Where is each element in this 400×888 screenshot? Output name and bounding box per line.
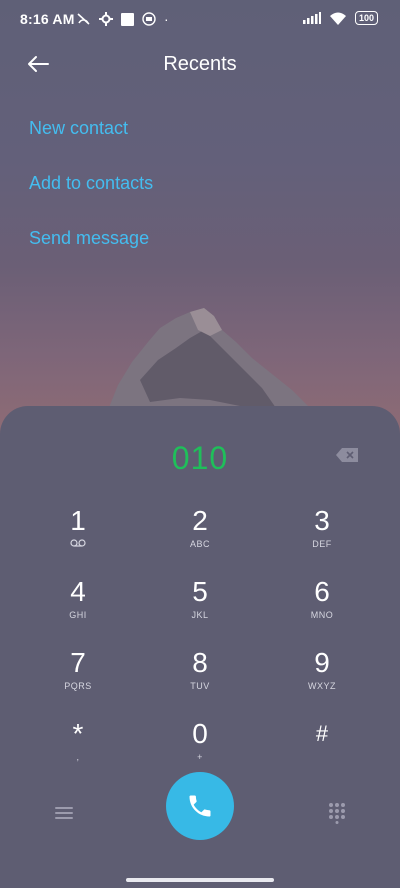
wifi-icon <box>329 12 346 25</box>
key-digit: 4 <box>70 576 86 607</box>
backspace-icon[interactable] <box>336 448 358 462</box>
dialpad-panel: 010 1 2 ABC 3 DEF 4 GHI 5 JKL 6 MNO 7 PQ… <box>0 406 400 888</box>
header: Recents <box>0 50 400 80</box>
key-digit: 5 <box>192 576 208 607</box>
key-digit: 8 <box>192 647 208 678</box>
dial-key-2[interactable]: 2 ABC <box>150 506 250 562</box>
key-letters: GHI <box>69 610 87 620</box>
key-letters: MNO <box>310 610 334 620</box>
page-title: Recents <box>163 53 237 75</box>
key-digit: 7 <box>70 647 86 678</box>
home-indicator[interactable] <box>126 878 274 882</box>
new-contact-link[interactable]: New contact <box>29 118 128 139</box>
dial-key-9[interactable]: 9 WXYZ <box>272 648 372 704</box>
key-digit: 6 <box>314 576 330 607</box>
key-letters: DEF <box>312 539 332 549</box>
key-letters: JKL <box>191 610 209 620</box>
status-dot: · <box>164 11 169 27</box>
send-message-link[interactable]: Send message <box>29 228 149 249</box>
menu-icon[interactable] <box>55 806 73 820</box>
dial-key-0[interactable]: 0 + <box>150 719 250 775</box>
key-letters: , <box>76 752 80 762</box>
key-digit: 9 <box>314 647 330 678</box>
key-digit: 1 <box>70 505 86 536</box>
dial-key-8[interactable]: 8 TUV <box>150 648 250 704</box>
key-digit: 2 <box>192 505 208 536</box>
key-digit: * <box>72 718 84 749</box>
key-letters: ABC <box>189 539 210 549</box>
app-notification-icon <box>142 12 156 26</box>
key-digit: 3 <box>314 505 330 536</box>
signal-icon <box>302 12 321 24</box>
key-letters: + <box>197 752 203 762</box>
status-time: 8:16 AM <box>20 11 75 27</box>
missed-call-icon <box>77 13 90 25</box>
key-digit: # <box>315 721 329 746</box>
dial-key-star[interactable]: * , <box>28 719 128 775</box>
settings-gear-icon <box>99 12 113 26</box>
dial-key-3[interactable]: 3 DEF <box>272 506 372 562</box>
dialer-screen: 8:16 AM · 100 Recents New contact Add to… <box>0 0 400 888</box>
voicemail-icon <box>28 539 128 549</box>
key-letters: WXYZ <box>308 681 336 691</box>
add-to-contacts-link[interactable]: Add to contacts <box>29 173 153 194</box>
dial-key-7[interactable]: 7 PQRS <box>28 648 128 704</box>
status-notification-icons: · <box>76 11 169 27</box>
phone-icon <box>189 795 211 817</box>
dial-key-1[interactable]: 1 <box>28 506 128 562</box>
dial-key-5[interactable]: 5 JKL <box>150 577 250 633</box>
dialpad-toggle-icon[interactable] <box>328 802 346 824</box>
square-notification-icon <box>121 12 134 26</box>
dial-key-4[interactable]: 4 GHI <box>28 577 128 633</box>
call-button[interactable] <box>166 772 234 840</box>
key-letters: TUV <box>190 681 210 691</box>
key-letters: PQRS <box>64 681 92 691</box>
key-digit: 0 <box>192 718 208 749</box>
status-bar: 8:16 AM · 100 <box>0 0 400 38</box>
battery-indicator: 100 <box>354 11 378 25</box>
dial-key-hash[interactable]: # <box>272 719 372 775</box>
status-system-icons: 100 <box>302 11 378 25</box>
dial-key-6[interactable]: 6 MNO <box>272 577 372 633</box>
